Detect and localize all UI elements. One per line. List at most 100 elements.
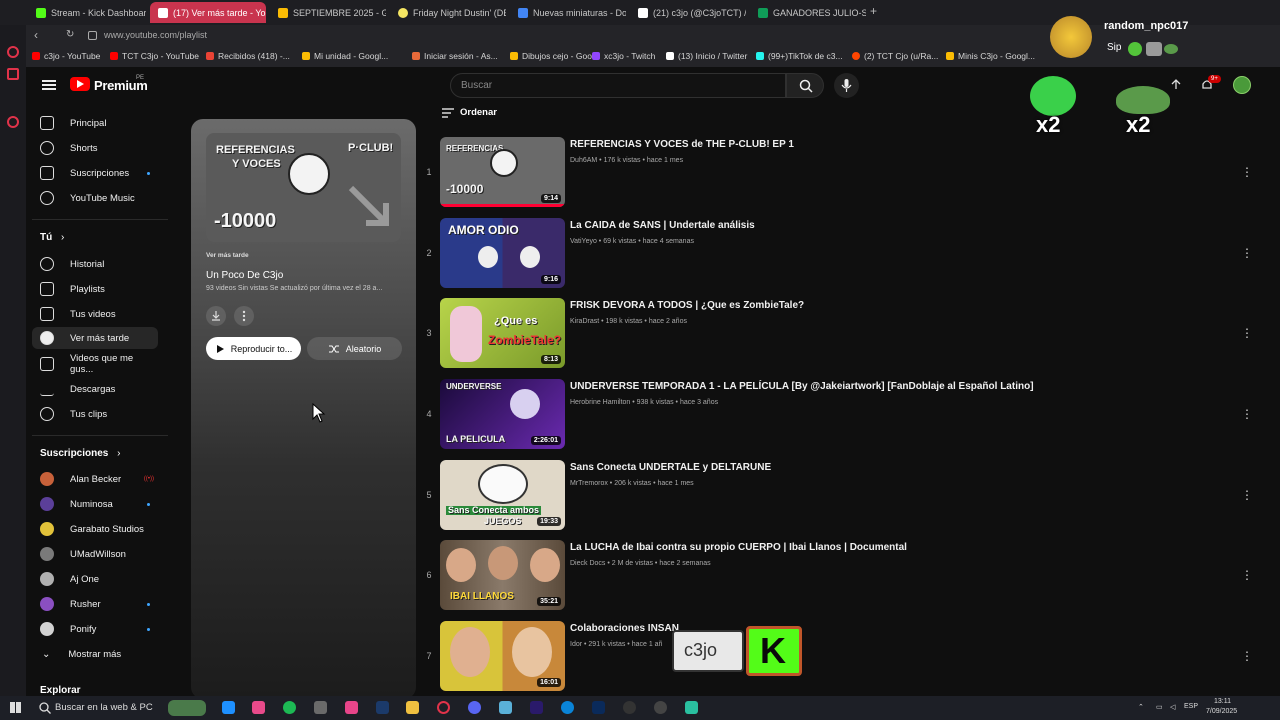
- playlist-video-row[interactable]: 6 IBAI LLANOS 35:21 La LUCHA de Ibai con…: [422, 540, 1262, 612]
- video-thumbnail[interactable]: AMOR ODIO 9:16: [440, 218, 565, 288]
- bookmark-item[interactable]: Dibujos cejo - Goo...: [510, 51, 599, 61]
- more-vertical-icon[interactable]: ⋮: [1241, 165, 1253, 179]
- menu-icon[interactable]: [42, 80, 56, 90]
- bookmark-item[interactable]: Mi unidad - Googl...: [302, 51, 388, 61]
- steam-icon[interactable]: [376, 701, 389, 714]
- video-thumbnail[interactable]: UNDERVERSE LA PELICULA 2:26:01: [440, 379, 565, 449]
- more-vertical-icon[interactable]: ⋮: [1241, 649, 1253, 663]
- video-title[interactable]: FRISK DEVORA A TODOS | ¿Que es ZombieTal…: [570, 300, 804, 311]
- bookmark-item[interactable]: TCT C3jo - YouTube: [110, 51, 199, 61]
- video-title[interactable]: La CAIDA de SANS | Undertale análisis: [570, 220, 755, 231]
- sidebar-item-youtube-music[interactable]: YouTube Music: [32, 187, 158, 209]
- premiere-icon[interactable]: [530, 701, 543, 714]
- tab-kick[interactable]: Stream - Kick Dashboard: [28, 2, 146, 23]
- play-all-button[interactable]: Reproducir to...: [206, 337, 301, 360]
- new-tab-button[interactable]: +: [870, 4, 877, 18]
- video-thumbnail[interactable]: REFERENCIAS -10000 9:14: [440, 137, 565, 207]
- playlist-video-row[interactable]: 1 REFERENCIAS -10000 9:14 REFERENCIAS Y …: [422, 137, 1262, 209]
- sidebar-item-history[interactable]: Historial: [32, 253, 158, 275]
- sidebar-item-downloads[interactable]: Descargas: [32, 378, 158, 400]
- clock-time[interactable]: 13:11: [1214, 698, 1231, 705]
- sidebar-sub-numinosa[interactable]: Numinosa: [32, 493, 158, 515]
- reload-button[interactable]: ↻: [66, 29, 74, 40]
- more-vertical-icon[interactable]: ⋮: [1241, 407, 1253, 421]
- edge-icon[interactable]: [561, 701, 574, 714]
- more-options-button[interactable]: [234, 306, 254, 326]
- sidebar-item-clips[interactable]: Tus clips: [32, 403, 158, 425]
- account-avatar[interactable]: [1233, 76, 1251, 94]
- bookmark-item[interactable]: Iniciar sesión - As...: [412, 51, 498, 61]
- video-thumbnail[interactable]: 16:01: [440, 621, 565, 691]
- search-icon[interactable]: [38, 701, 52, 715]
- playlist-video-row[interactable]: 4 UNDERVERSE LA PELICULA 2:26:01 UNDERVE…: [422, 379, 1262, 451]
- bird-widget-icon[interactable]: [168, 700, 206, 716]
- spotify-icon[interactable]: [283, 701, 296, 714]
- shuffle-button[interactable]: Aleatorio: [307, 337, 402, 360]
- tab-sheets[interactable]: SEPTIEMBRE 2025 - Goo: [270, 2, 386, 23]
- opera-icon[interactable]: [437, 701, 450, 714]
- bookmark-item[interactable]: c3jo - YouTube: [32, 51, 100, 61]
- sidebar-item-playlists[interactable]: Playlists: [32, 278, 158, 300]
- app-icon[interactable]: [685, 701, 698, 714]
- video-title[interactable]: REFERENCIAS Y VOCES de THE P-CLUB! EP 1: [570, 139, 794, 150]
- sidebar-sub-umadwillson[interactable]: UMadWillson: [32, 543, 158, 565]
- download-button[interactable]: [206, 306, 226, 326]
- tab-youtube[interactable]: (17) Ver más tarde - YouT: [150, 2, 266, 23]
- video-thumbnail[interactable]: ¿Que es ZombieTale? 8:13: [440, 298, 565, 368]
- bookmark-item[interactable]: xc3jo - Twitch: [592, 51, 655, 61]
- language-indicator[interactable]: ESP: [1184, 703, 1198, 710]
- volume-icon[interactable]: ◁: [1170, 703, 1175, 711]
- sidebar-heading-you[interactable]: Tú ›: [40, 232, 64, 243]
- sidebar-heading-subscriptions[interactable]: Suscripciones ›: [40, 448, 120, 459]
- video-thumbnail[interactable]: Sans Conecta ambos JUEGOS 19:33: [440, 460, 565, 530]
- opera-ai-icon[interactable]: [7, 46, 19, 58]
- video-title[interactable]: UNDERVERSE TEMPORADA 1 - LA PELÍCULA [By…: [570, 381, 1034, 392]
- more-vertical-icon[interactable]: ⋮: [1241, 326, 1253, 340]
- more-vertical-icon[interactable]: ⋮: [1241, 568, 1253, 582]
- bookmark-item[interactable]: Recibidos (418) -...: [206, 51, 290, 61]
- network-icon[interactable]: ▭: [1156, 703, 1163, 711]
- tray-arrow-icon[interactable]: ⌃: [1138, 703, 1144, 711]
- more-vertical-icon[interactable]: ⋮: [1241, 246, 1253, 260]
- copilot-icon[interactable]: [222, 701, 235, 714]
- opera-messenger-icon[interactable]: [7, 68, 19, 80]
- tab-x[interactable]: (21) c3jo (@C3joTCT) / X: [630, 2, 746, 23]
- photoshop-icon[interactable]: [592, 701, 605, 714]
- calculator-icon[interactable]: [314, 701, 327, 714]
- tab-fnf[interactable]: Friday Night Dustin' (DEM: [390, 2, 506, 23]
- opera-instagram-icon[interactable]: [7, 116, 19, 128]
- sidebar-item-watch-later[interactable]: Ver más tarde: [32, 327, 158, 349]
- sidebar-item-your-videos[interactable]: Tus videos: [32, 303, 158, 325]
- bookmark-item[interactable]: (13) Inicio / Twitter: [666, 51, 747, 61]
- tab-docs[interactable]: Nuevas miniaturas - Docu: [510, 2, 626, 23]
- video-title[interactable]: Colaboraciones INSAN: [570, 623, 679, 634]
- sidebar-item-liked-videos[interactable]: Videos que me gus...: [32, 353, 158, 375]
- sidebar-sub-rusher[interactable]: Rusher: [32, 593, 158, 615]
- sidebar-sub-ponify[interactable]: Ponify: [32, 618, 158, 640]
- playlist-thumbnail[interactable]: REFERENCIAS Y VOCES -10000 P·CLUB!: [206, 133, 401, 242]
- bookmark-item[interactable]: Minis C3jo - Googl...: [946, 51, 1035, 61]
- back-button[interactable]: ‹: [34, 28, 38, 42]
- file-explorer-icon[interactable]: [406, 701, 419, 714]
- app-icon[interactable]: [252, 701, 265, 714]
- sidebar-sub-garabato[interactable]: Garabato Studios: [32, 518, 158, 540]
- sidebar-sub-alan-becker[interactable]: Alan Becker ((•)): [32, 468, 158, 490]
- site-info-icon[interactable]: [88, 31, 97, 40]
- search-button[interactable]: [786, 73, 824, 98]
- playlist-video-row[interactable]: 7 16:01 Colaboraciones INSAN Idor • 291 …: [422, 621, 1262, 693]
- sidebar-item-subscriptions[interactable]: Suscripciones: [32, 162, 158, 184]
- sidebar-item-home[interactable]: Principal: [32, 112, 158, 134]
- tab-sheets-2[interactable]: GANADORES JULIO-SET: [750, 2, 866, 23]
- playlist-video-row[interactable]: 2 AMOR ODIO 9:16 La CAIDA de SANS | Unde…: [422, 218, 1262, 290]
- capcut-icon[interactable]: [623, 701, 636, 714]
- bookmark-item[interactable]: (2) TCT Cjo (u/Ra...: [852, 51, 938, 61]
- video-title[interactable]: Sans Conecta UNDERTALE y DELTARUNE: [570, 462, 771, 473]
- youtube-logo-icon[interactable]: [70, 77, 90, 91]
- sidebar-item-shorts[interactable]: Shorts: [32, 137, 158, 159]
- sort-button[interactable]: Ordenar: [442, 107, 497, 118]
- voice-search-button[interactable]: [834, 73, 859, 98]
- app-icon[interactable]: [499, 701, 512, 714]
- playlist-video-row[interactable]: 3 ¿Que es ZombieTale? 8:13 FRISK DEVORA …: [422, 298, 1262, 370]
- clock-date[interactable]: 7/09/2025: [1206, 708, 1237, 715]
- bookmark-item[interactable]: (99+)TikTok de c3...: [756, 51, 843, 61]
